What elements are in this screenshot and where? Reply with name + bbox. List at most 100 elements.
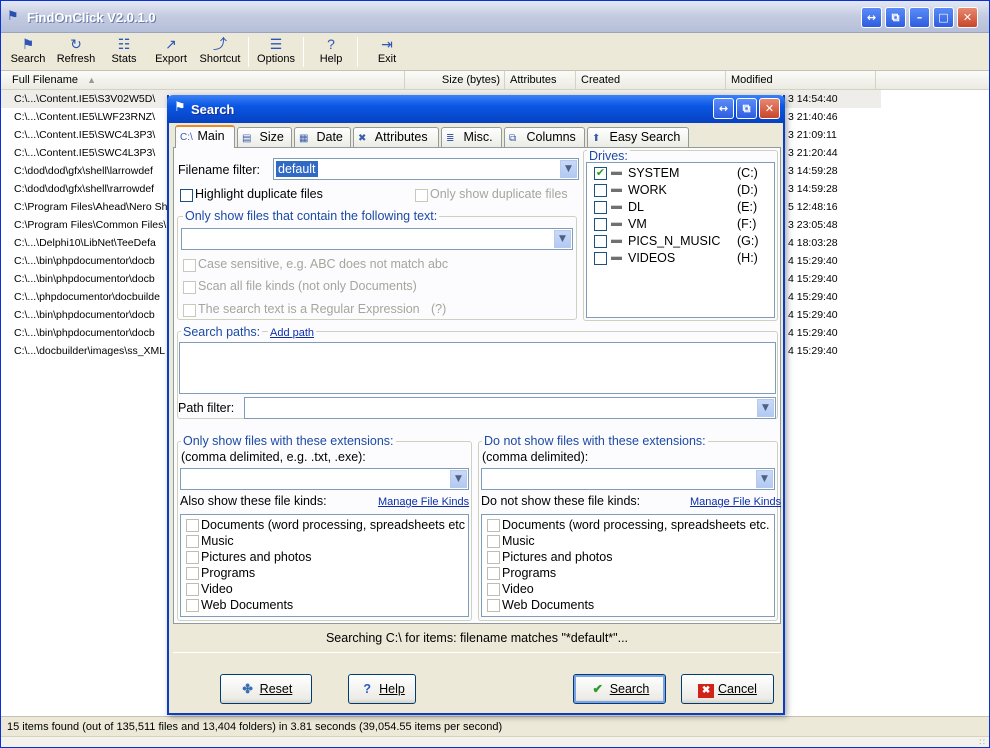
toolbar-shortcut-button[interactable]: ⤴ Shortcut [196, 35, 244, 69]
filename-filter-label: Filename filter: [178, 163, 260, 177]
toolbar-refresh-button[interactable]: ↻ Refresh [53, 35, 99, 69]
help-button[interactable]: ? Help [348, 674, 416, 704]
columns-tab-icon: ⧉ [509, 133, 517, 144]
drives-list[interactable]: ✔ ▬ SYSTEM (C:) ▬ WORK (D:) ▬ DL (E:) ▬ VM (F:) ▬… [586, 162, 775, 318]
kind-checkbox[interactable] [487, 519, 500, 532]
manage-file-kinds-link[interactable]: Manage File Kinds [378, 496, 469, 508]
column-size[interactable]: Size (bytes) [405, 71, 505, 90]
exclude-extensions-combo[interactable]: ▼ [481, 468, 775, 490]
highlight-duplicates-checkbox[interactable] [180, 189, 193, 202]
contains-text-combo[interactable]: ▼ [181, 228, 573, 250]
manage-file-kinds-link[interactable]: Manage File Kinds [690, 496, 781, 508]
drive-checkbox-f[interactable] [594, 218, 607, 231]
drive-item-c[interactable]: ✔ ▬ SYSTEM (C:) [587, 165, 777, 182]
search-button[interactable]: ✔ Search [573, 674, 666, 704]
drive-item-e[interactable]: ▬ DL (E:) [587, 199, 777, 216]
kind-checkbox[interactable] [487, 583, 500, 596]
drive-item-g[interactable]: ▬ PICS_N_MUSIC (G:) [587, 233, 777, 250]
include-extensions-combo[interactable]: ▼ [180, 468, 469, 490]
search-paths-group: Search paths: Add path Path filter: ▼ [177, 325, 778, 419]
toolbar-options-button[interactable]: ☰ Options [254, 35, 298, 69]
hard-drive-icon: ▬ [611, 166, 622, 178]
path-filter-combo[interactable]: ▼ [244, 397, 776, 419]
kind-checkbox[interactable] [186, 599, 199, 612]
status-bar: 15 items found (out of 135,511 files and… [1, 716, 989, 736]
kind-checkbox[interactable] [487, 567, 500, 580]
add-path-link[interactable]: Add path [268, 327, 317, 339]
dialog-title-bar[interactable]: ⚑ Search ↔ ⧉ ✕ [167, 95, 785, 123]
toolbar-stats-button[interactable]: ☷ Stats [103, 35, 145, 69]
tray-button[interactable]: ⧉ [885, 7, 906, 28]
kind-checkbox[interactable] [186, 519, 199, 532]
kind-checkbox[interactable] [186, 551, 199, 564]
dialog-transparency-button[interactable]: ↔ [713, 98, 734, 119]
reset-button[interactable]: ✤ Reset [220, 674, 312, 704]
include-extensions-group: Only show files with these extensions: (… [177, 434, 472, 621]
main-title-bar[interactable]: ⚑ FindOnClick V2.0.1.0 ↔ ⧉ – □ ✕ [1, 1, 989, 33]
drive-checkbox-d[interactable] [594, 184, 607, 197]
close-button[interactable]: ✕ [957, 7, 978, 28]
kind-checkbox[interactable] [186, 583, 199, 596]
chevron-down-icon[interactable]: ▼ [756, 470, 773, 488]
tab-columns[interactable]: ⧉ Columns [504, 127, 585, 147]
kind-checkbox[interactable] [487, 599, 500, 612]
toolbar-exit-button[interactable]: ⇥ Exit [367, 35, 407, 69]
kind-checkbox[interactable] [186, 535, 199, 548]
cancel-button[interactable]: ✖ Cancel [681, 674, 774, 704]
search-icon: ⚑ [21, 36, 35, 52]
search-paths-box[interactable] [179, 342, 776, 394]
chevron-down-icon[interactable]: ▼ [554, 230, 571, 248]
hard-drive-icon: ▬ [611, 200, 622, 212]
help-icon: ? [363, 682, 371, 696]
also-show-kinds-label: Also show these file kinds: [180, 494, 327, 508]
drive-item-h[interactable]: ▬ VIDEOS (H:) [587, 250, 777, 267]
exclude-kinds-list[interactable]: Documents (word processing, spreadsheets… [481, 514, 775, 617]
toolbar-search-button[interactable]: ⚑ Search [5, 35, 51, 69]
column-modified[interactable]: Modified [726, 71, 876, 90]
column-full-filename[interactable]: Full Filename ▲ [7, 71, 405, 90]
chevron-down-icon[interactable]: ▼ [560, 160, 577, 178]
tab-attributes[interactable]: ✖ Attributes [353, 127, 439, 147]
column-attributes[interactable]: Attributes [505, 71, 576, 90]
transparency-button[interactable]: ↔ [861, 7, 882, 28]
drive-item-f[interactable]: ▬ VM (F:) [587, 216, 777, 233]
drive-checkbox-c[interactable]: ✔ [594, 167, 607, 180]
main-tab-panel: Filename filter: default ▼ Highlight dup… [173, 147, 781, 624]
tab-date[interactable]: ▦ Date [294, 127, 351, 147]
misc-tab-icon: ≣ [446, 133, 455, 144]
scan-all-checkbox[interactable] [183, 281, 196, 294]
minimize-button[interactable]: – [909, 7, 930, 28]
tab-main[interactable]: C:\ Main [175, 125, 235, 148]
toolbar-help-button[interactable]: ? Help [311, 35, 351, 69]
drive-checkbox-e[interactable] [594, 201, 607, 214]
shortcut-icon: ⤴ [213, 36, 227, 52]
case-sensitive-checkbox[interactable] [183, 259, 196, 272]
regex-help-link[interactable]: (?) [431, 302, 446, 316]
chevron-down-icon[interactable]: ▼ [450, 470, 467, 488]
horizontal-scrollbar[interactable]: ∷ [1, 736, 989, 747]
drive-item-d[interactable]: ▬ WORK (D:) [587, 182, 777, 199]
tab-size[interactable]: ▤ Size [237, 127, 292, 147]
search-dialog: ⚑ Search ↔ ⧉ ✕ C:\ Main ▤ Size ▦ Date ✖ … [167, 95, 785, 715]
only-duplicates-checkbox[interactable] [415, 189, 428, 202]
kind-checkbox[interactable] [487, 551, 500, 564]
filename-filter-combo[interactable]: default ▼ [273, 158, 579, 180]
dialog-tray-button[interactable]: ⧉ [736, 98, 757, 119]
resize-grip-icon[interactable]: ∷ [979, 738, 985, 747]
drive-checkbox-g[interactable] [594, 235, 607, 248]
column-created[interactable]: Created [576, 71, 726, 90]
hard-drive-icon: ▬ [611, 217, 622, 229]
drive-checkbox-h[interactable] [594, 252, 607, 265]
list-item[interactable]: Documents (word processing, spreadsheets… [181, 518, 468, 534]
maximize-button[interactable]: □ [933, 7, 954, 28]
regex-checkbox[interactable] [183, 304, 196, 317]
include-kinds-list[interactable]: Documents (word processing, spreadsheets… [180, 514, 469, 617]
tab-misc[interactable]: ≣ Misc. [441, 127, 502, 147]
tab-easy-search[interactable]: ⬆ Easy Search [587, 127, 689, 147]
kind-checkbox[interactable] [487, 535, 500, 548]
kind-checkbox[interactable] [186, 567, 199, 580]
dialog-close-button[interactable]: ✕ [759, 98, 780, 119]
chevron-down-icon[interactable]: ▼ [757, 399, 774, 417]
list-item[interactable]: Documents (word processing, spreadsheets… [482, 518, 774, 534]
toolbar-export-button[interactable]: ↗ Export [149, 35, 193, 69]
